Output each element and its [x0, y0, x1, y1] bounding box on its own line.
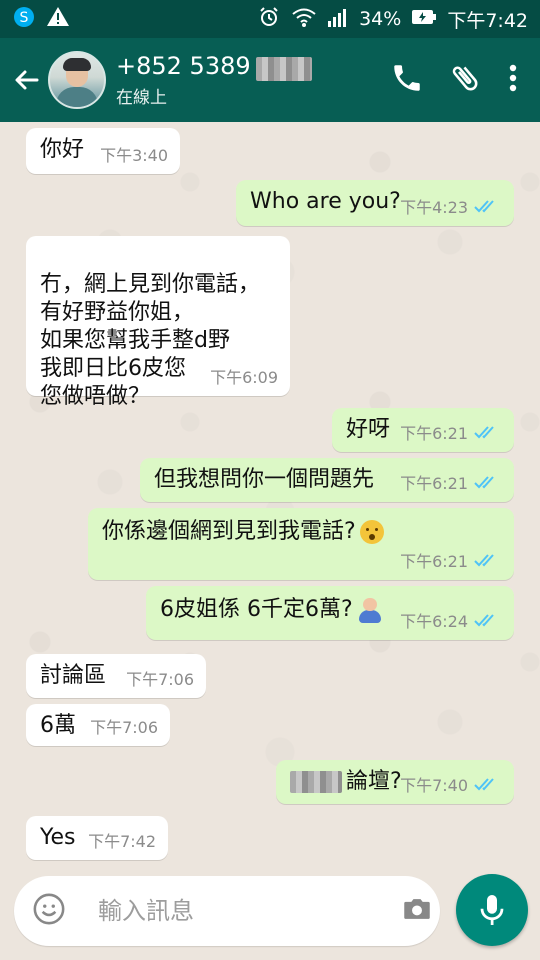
contact-info[interactable]: +852 5389 在線上: [116, 52, 390, 109]
message-time: 下午6:24: [400, 612, 468, 631]
message-outgoing[interactable]: 論壇? 下午7:40: [276, 760, 514, 804]
person-gesturing-icon: [357, 597, 383, 623]
message-incoming[interactable]: 討論區 下午7:06: [26, 654, 206, 698]
message-outgoing[interactable]: Who are you? 下午4:23: [236, 180, 514, 226]
message-incoming[interactable]: 冇，網上見到你電話， 有好野益你姐， 如果您幫我手整d野 我即日比6皮您 您做唔…: [26, 236, 290, 409]
message-time: 下午7:42: [88, 832, 156, 851]
emoji-icon[interactable]: [32, 892, 66, 930]
chat-area[interactable]: 你好 下午3:40 Who are you? 下午4:23 冇，網上見到你電話，…: [0, 122, 540, 862]
more-vert-icon[interactable]: [506, 61, 520, 99]
message-text-row: 你係邊個網到見到我電話?: [102, 518, 500, 546]
message-incoming[interactable]: Yes 下午7:42: [26, 816, 168, 860]
contact-name-row: +852 5389: [116, 52, 390, 82]
message-time: 下午6:21: [400, 552, 468, 571]
astonished-face-icon: [359, 520, 384, 544]
skype-icon: S: [12, 5, 36, 34]
message-incoming[interactable]: 你好 下午3:40: [26, 128, 180, 174]
message-meta: 下午6:21: [400, 470, 502, 494]
message-outgoing[interactable]: 好呀 下午6:21: [332, 408, 514, 452]
message-time: 下午7:40: [400, 776, 468, 795]
read-ticks-icon: [474, 778, 494, 791]
signal-icon: [327, 7, 349, 32]
avatar-hair: [63, 58, 91, 71]
redacted-digits: [255, 57, 312, 82]
attach-icon[interactable]: [448, 61, 482, 99]
message-time: 下午4:23: [400, 198, 468, 217]
read-ticks-icon: [474, 200, 494, 213]
read-ticks-icon: [474, 614, 494, 627]
message-time: 下午7:06: [126, 670, 194, 689]
message-meta: 下午6:24: [400, 608, 502, 632]
message-meta: 下午7:06: [90, 714, 158, 738]
alert-icon: [46, 5, 70, 34]
contact-number: +852 5389: [116, 51, 251, 80]
wifi-icon: [291, 6, 317, 33]
message-text: 冇，網上見到你電話， 有好野益你姐， 如果您幫我手整d野 我即日比6皮您 您做唔…: [40, 272, 261, 409]
battery-icon: [411, 8, 437, 31]
avatar-shirt: [56, 87, 98, 107]
phone-icon[interactable]: [390, 61, 424, 99]
clock: 下午7:42: [447, 9, 528, 32]
svg-text:S: S: [20, 10, 29, 26]
message-time: 下午6:09: [210, 368, 278, 387]
read-ticks-icon: [474, 554, 494, 567]
message-outgoing[interactable]: 但我想問你一個問題先 下午6:21: [140, 458, 514, 502]
status-bar: S 34% 下午7:42: [0, 0, 540, 38]
message-meta: 下午7:42: [88, 828, 156, 852]
message-time: 下午6:21: [400, 424, 468, 443]
message-meta: 下午7:40: [400, 772, 502, 796]
status-right: 34% 下午7:42: [257, 5, 528, 34]
message-time: 下午6:21: [400, 474, 468, 493]
message-meta: 下午4:23: [400, 194, 502, 218]
message-composer: [14, 876, 440, 946]
status-left: S: [12, 5, 70, 34]
message-text: 你係邊個網到見到我電話?: [102, 519, 356, 544]
message-meta: 下午6:21: [400, 548, 502, 572]
message-time: 下午7:06: [90, 718, 158, 737]
message-meta: 下午6:09: [210, 364, 278, 388]
message-outgoing[interactable]: 6皮姐係 6千定6萬? 下午6:24: [146, 586, 514, 640]
voice-record-button[interactable]: [456, 874, 528, 946]
message-text: 6皮姐係 6千定6萬?: [160, 597, 353, 622]
alarm-icon: [257, 5, 281, 34]
back-arrow-icon: [15, 70, 39, 90]
chat-header: +852 5389 在線上: [0, 38, 540, 122]
back-button[interactable]: [10, 64, 42, 96]
avatar[interactable]: [48, 51, 106, 109]
header-actions: [390, 61, 520, 99]
read-ticks-icon: [474, 426, 494, 439]
message-time: 下午3:40: [100, 146, 168, 165]
message-meta: 下午7:06: [126, 666, 194, 690]
message-input[interactable]: [96, 890, 400, 932]
battery-percent: 34%: [359, 8, 402, 30]
message-incoming[interactable]: 6萬 下午7:06: [26, 704, 170, 746]
redacted-text: [290, 771, 342, 793]
presence-status: 在線上: [116, 88, 167, 109]
mic-icon: [480, 895, 504, 925]
message-meta: 下午3:40: [100, 142, 168, 166]
message-text: 論壇?: [346, 769, 402, 794]
camera-icon[interactable]: [400, 892, 434, 930]
message-outgoing[interactable]: 你係邊個網到見到我電話? 下午6:21: [88, 508, 514, 580]
read-ticks-icon: [474, 476, 494, 489]
message-meta: 下午6:21: [400, 420, 502, 444]
